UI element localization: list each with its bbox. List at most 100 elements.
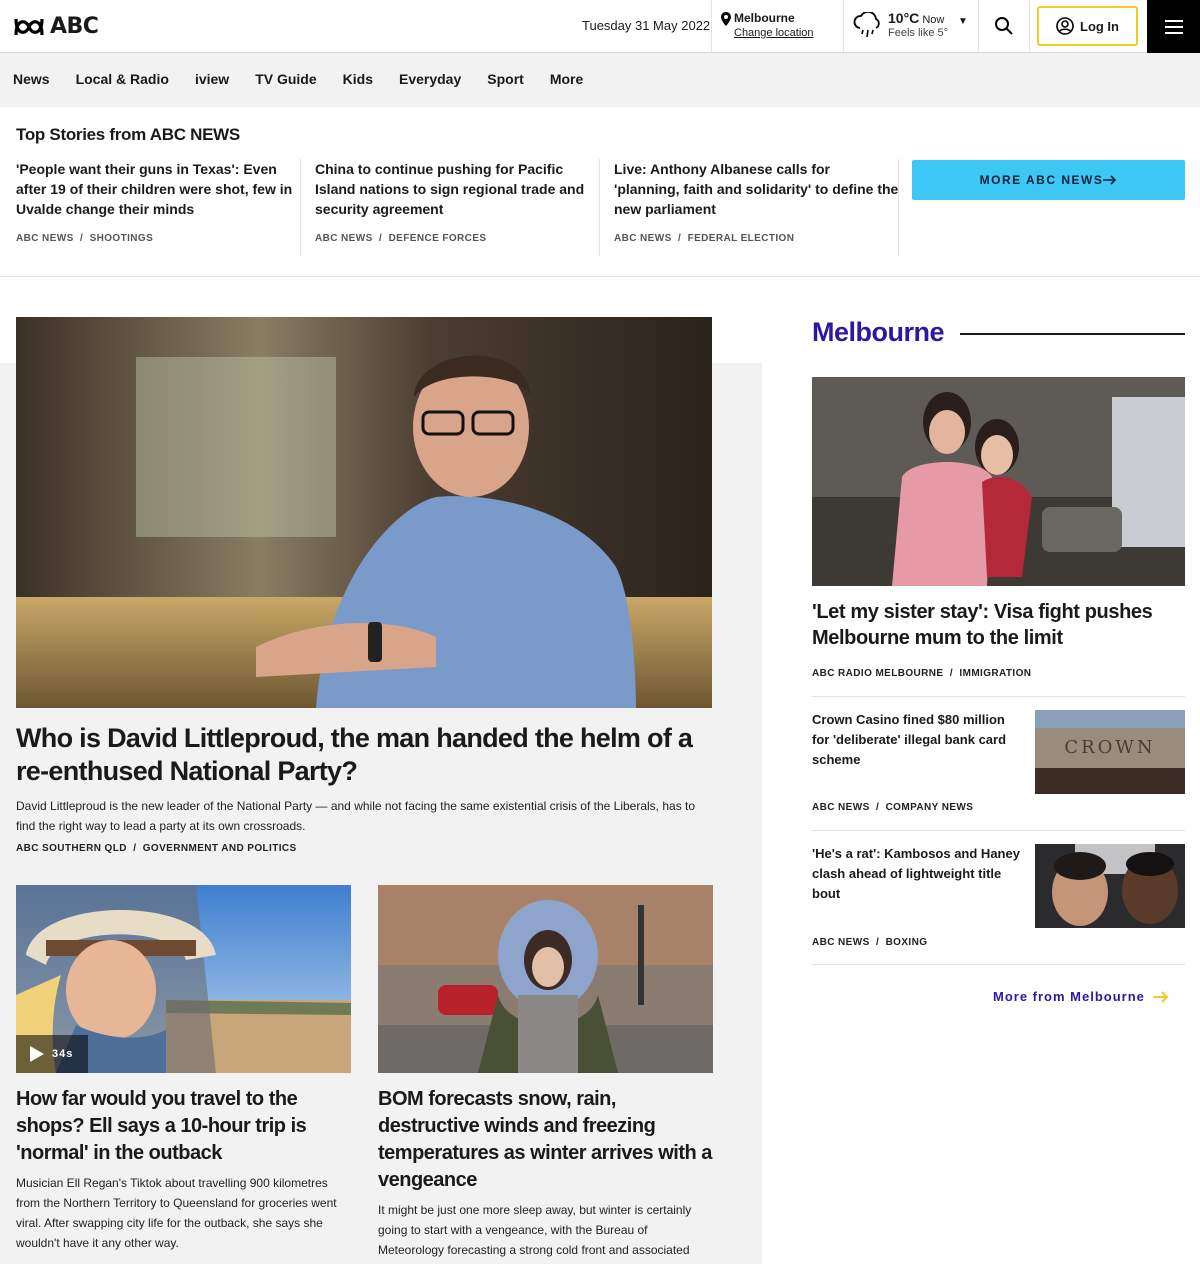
more-from-melbourne-label: More from Melbourne xyxy=(993,989,1145,1004)
nav-item-more[interactable]: More xyxy=(550,71,583,87)
more-abc-news-button[interactable]: MORE ABC NEWS xyxy=(912,160,1185,200)
weather-temperature: 10°C xyxy=(888,10,920,26)
melbourne-lead-headline[interactable]: 'Let my sister stay': Visa fight pushes … xyxy=(812,599,1185,651)
story-source[interactable]: ABC NEWS xyxy=(812,802,870,813)
top-story-headline[interactable]: Live: Anthony Albanese calls for 'planni… xyxy=(614,159,899,219)
divider xyxy=(300,159,301,256)
card-image[interactable]: 34s xyxy=(16,885,351,1073)
divider xyxy=(843,0,844,52)
card-image[interactable] xyxy=(378,885,713,1073)
story-topic[interactable]: BOXING xyxy=(886,937,928,948)
logo-text: ABC xyxy=(50,14,99,39)
video-duration: 34s xyxy=(52,1048,74,1060)
divider xyxy=(812,830,1185,831)
top-story-item[interactable]: China to continue pushing for Pacific Is… xyxy=(315,159,600,255)
menu-button[interactable] xyxy=(1147,0,1200,53)
rain-cloud-icon xyxy=(853,12,880,38)
search-icon xyxy=(995,17,1013,35)
hero-headline[interactable]: Who is David Littleproud, the man handed… xyxy=(16,722,716,788)
melbourne-lead-meta: ABC RADIO MELBOURNE / IMMIGRATION xyxy=(812,668,1032,679)
top-story-headline[interactable]: 'People want their guns in Texas': Even … xyxy=(16,159,301,219)
more-abc-news-label: MORE ABC NEWS xyxy=(979,173,1104,187)
melbourne-lead-image[interactable] xyxy=(812,377,1185,586)
section-rule xyxy=(960,333,1185,335)
weather-feels-like: Feels like 5° xyxy=(888,27,949,39)
login-button[interactable]: Log In xyxy=(1037,6,1138,46)
top-story-item[interactable]: 'People want their guns in Texas': Even … xyxy=(16,159,301,255)
card-headline[interactable]: How far would you travel to the shops? E… xyxy=(16,1086,351,1167)
nav-item-everyday[interactable]: Everyday xyxy=(399,71,461,87)
more-from-melbourne-link[interactable]: More from Melbourne xyxy=(993,989,1169,1004)
melbourne-story-thumbnail[interactable] xyxy=(1035,844,1185,928)
site-header: ABC Tuesday 31 May 2022 Melbourne Change… xyxy=(0,0,1200,53)
melbourne-story-thumbnail[interactable]: CROWN xyxy=(1035,710,1185,794)
weather-now-label: Now xyxy=(922,14,945,26)
story-source[interactable]: ABC NEWS xyxy=(812,937,870,948)
sisters-photo-illustration xyxy=(812,377,1185,586)
melbourne-story-headline[interactable]: 'He's a rat': Kambosos and Haney clash a… xyxy=(812,844,1022,904)
divider xyxy=(978,0,979,52)
search-button[interactable] xyxy=(994,16,1014,41)
user-icon xyxy=(1056,17,1074,35)
card-headline[interactable]: BOM forecasts snow, rain, destructive wi… xyxy=(378,1086,713,1194)
top-story-headline[interactable]: China to continue pushing for Pacific Is… xyxy=(315,159,600,219)
top-stories: Top Stories from ABC NEWS 'People want t… xyxy=(0,107,1200,277)
crown-casino-photo-illustration: CROWN xyxy=(1035,710,1185,794)
boxers-photo-illustration xyxy=(1035,844,1185,928)
crown-sign-text: CROWN xyxy=(1064,737,1155,758)
abc-logo[interactable]: ABC xyxy=(14,14,99,39)
card-description: Musician Ell Regan's Tiktok about travel… xyxy=(16,1176,337,1250)
arrow-right-icon xyxy=(1152,990,1169,1003)
divider xyxy=(711,0,712,52)
story-source[interactable]: ABC RADIO MELBOURNE xyxy=(812,668,944,679)
top-story-meta: ABC NEWS / SHOOTINGS xyxy=(16,233,154,244)
divider xyxy=(812,964,1185,965)
top-story-meta: ABC NEWS / FEDERAL ELECTION xyxy=(614,233,795,244)
hero-photo-illustration xyxy=(16,317,712,708)
abc-lissajous-icon xyxy=(14,18,44,35)
nav-item-local-radio[interactable]: Local & Radio xyxy=(76,71,169,87)
nav-item-tv-guide[interactable]: TV Guide xyxy=(255,71,316,87)
story-source[interactable]: ABC NEWS xyxy=(614,233,672,244)
story-source[interactable]: ABC SOUTHERN QLD xyxy=(16,843,127,854)
divider xyxy=(599,159,600,256)
story-topic[interactable]: COMPANY NEWS xyxy=(886,802,974,813)
main-nav: News Local & Radio iview TV Guide Kids E… xyxy=(0,53,1200,107)
login-label: Log In xyxy=(1080,18,1119,34)
melbourne-section-title[interactable]: Melbourne xyxy=(812,317,945,348)
location-pin-icon xyxy=(721,12,731,26)
nav-item-kids[interactable]: Kids xyxy=(343,71,373,87)
chevron-down-icon[interactable]: ▼ xyxy=(958,16,968,27)
story-topic[interactable]: FEDERAL ELECTION xyxy=(688,233,795,244)
melbourne-story-meta: ABC NEWS / COMPANY NEWS xyxy=(812,802,974,813)
change-location-link[interactable]: Change location xyxy=(721,26,814,41)
hamburger-icon xyxy=(1164,19,1183,34)
hero-meta: ABC SOUTHERN QLD / GOVERNMENT AND POLITI… xyxy=(16,843,297,854)
video-duration-badge: 34s xyxy=(16,1035,88,1073)
story-topic[interactable]: GOVERNMENT AND POLITICS xyxy=(143,843,297,854)
nav-item-news[interactable]: News xyxy=(13,71,50,87)
card-description: It might be just one more sleep away, bu… xyxy=(378,1203,692,1257)
story-source[interactable]: ABC NEWS xyxy=(315,233,373,244)
story-source[interactable]: ABC NEWS xyxy=(16,233,74,244)
location-city: Melbourne xyxy=(734,11,795,25)
nav-item-sport[interactable]: Sport xyxy=(487,71,524,87)
melbourne-story-meta: ABC NEWS / BOXING xyxy=(812,937,928,948)
arrow-right-icon xyxy=(1103,175,1117,185)
story-topic[interactable]: SHOOTINGS xyxy=(90,233,154,244)
top-story-item[interactable]: Live: Anthony Albanese calls for 'planni… xyxy=(614,159,899,255)
top-stories-title: Top Stories from ABC NEWS xyxy=(16,125,240,144)
winter-photo-illustration xyxy=(378,885,713,1073)
melbourne-story-headline[interactable]: Crown Casino fined $80 million for 'deli… xyxy=(812,710,1022,770)
story-topic[interactable]: IMMIGRATION xyxy=(959,668,1031,679)
hero-description: David Littleproud is the new leader of t… xyxy=(16,799,696,833)
story-topic[interactable]: DEFENCE FORCES xyxy=(389,233,487,244)
hero-image[interactable] xyxy=(16,317,712,708)
play-icon xyxy=(30,1046,44,1062)
divider xyxy=(812,696,1185,697)
location-selector[interactable]: Melbourne Change location xyxy=(721,11,814,41)
nav-item-iview[interactable]: iview xyxy=(195,71,229,87)
divider xyxy=(1029,0,1030,52)
current-date: Tuesday 31 May 2022 xyxy=(582,18,711,33)
top-story-meta: ABC NEWS / DEFENCE FORCES xyxy=(315,233,487,244)
